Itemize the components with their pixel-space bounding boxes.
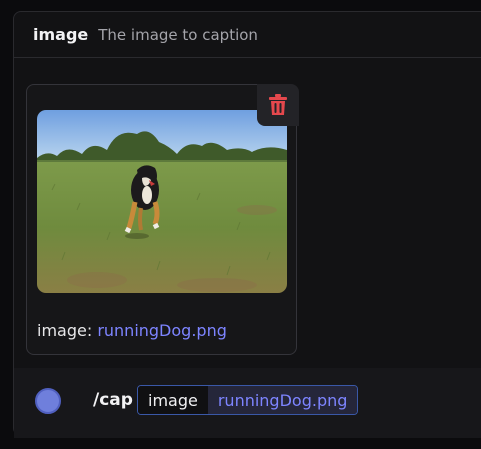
attachment-caption: image: runningDog.png [37,321,227,340]
option-description: The image to caption [98,25,258,44]
attachment-filename[interactable]: runningDog.png [97,321,227,340]
option-name: image [33,25,89,44]
option-header: image The image to caption [14,12,481,58]
attachment-card[interactable]: image: runningDog.png [26,84,299,355]
command-input-row[interactable]: /cap image runningDog.png [14,368,481,438]
delete-attachment-button[interactable] [257,84,299,126]
attachment-image[interactable] [37,110,287,293]
dog-photo [37,110,287,293]
trash-icon [269,94,287,115]
attachment-label: image: [37,321,98,340]
slash-command-panel: image The image to caption image: runnin… [13,11,481,438]
command-option-name: image [138,386,208,414]
app-avatar-icon [35,388,61,414]
command-name: /cap [93,390,133,410]
command-option-value[interactable]: runningDog.png [207,386,358,414]
command-option-chip[interactable]: image runningDog.png [137,385,359,415]
